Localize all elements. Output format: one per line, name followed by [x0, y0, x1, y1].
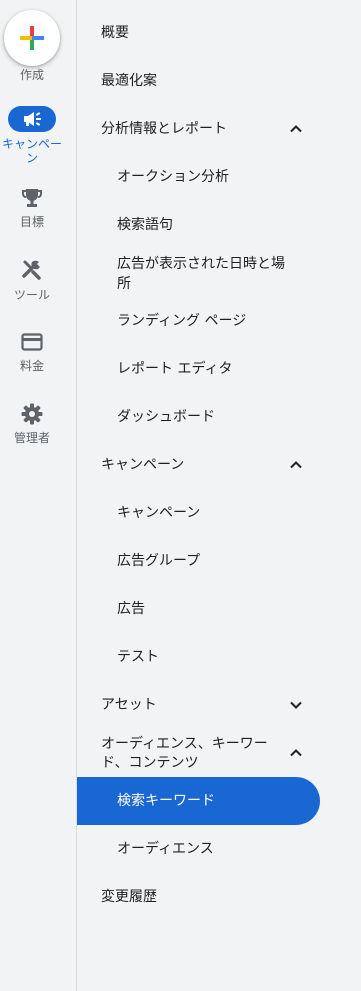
megaphone-icon: [24, 112, 41, 126]
billing-label: 料金: [19, 359, 44, 373]
trophy-icon[interactable]: [20, 186, 44, 210]
tools-label: ツール: [13, 288, 50, 302]
chevron-up-icon: [290, 125, 302, 133]
menu-item-label: 概要: [101, 25, 129, 41]
side-menu: 概要 最適化案 分析情報とレポート オークション分析 検索語句 広告が表示された…: [77, 0, 361, 991]
menu-item-label: ダッシュボード: [117, 409, 215, 425]
menu-item-label: 検索語句: [117, 217, 173, 233]
chevron-up-icon: [290, 461, 302, 469]
menu-item-label: レポート エディタ: [117, 361, 233, 377]
menu-section-label: 分析情報とレポート: [101, 121, 227, 137]
menu-item-label: 広告グループ: [117, 553, 201, 569]
tools-icon[interactable]: [20, 258, 44, 282]
menu-item-label: オークション分析: [117, 169, 229, 185]
chevron-up-icon: [290, 749, 302, 757]
gear-icon[interactable]: [20, 402, 44, 426]
chevron-down-icon: [290, 701, 302, 709]
goals-label: 目標: [19, 215, 44, 229]
create-label: 作成: [19, 68, 44, 82]
menu-item-label: 検索キーワード: [117, 793, 215, 809]
menu-item-label: 変更履歴: [101, 889, 157, 905]
credit-card-icon[interactable]: [20, 330, 44, 354]
menu-item-label: オーディエンス: [117, 841, 214, 857]
menu-item-label-line2: 所: [117, 276, 131, 292]
menu-section-label: アセット: [101, 697, 157, 713]
campaigns-rail-label-line2: ン: [25, 151, 38, 165]
menu-section-label-line2: ド、コンテンツ: [101, 755, 199, 771]
create-button[interactable]: [4, 10, 60, 66]
menu-item-label-line1: 広告が表示された日時と場: [117, 256, 285, 272]
left-rail: 作成 キャンペー ン 目標 ツール 料金 管理者: [0, 0, 77, 991]
plus-icon: [20, 26, 44, 50]
menu-section-label-line1: オーディエンス、キーワー: [101, 736, 268, 752]
menu-item-label: 最適化案: [101, 73, 157, 89]
menu-item-label: キャンペーン: [117, 505, 201, 521]
menu-item-label: 広告: [117, 601, 145, 617]
menu-section-label: キャンペーン: [101, 457, 185, 473]
menu-item-label: ランディング ページ: [117, 313, 247, 329]
campaigns-rail-button[interactable]: [8, 106, 56, 132]
menu-item-label: テスト: [117, 649, 159, 665]
navigation-panel: 作成 キャンペー ン 目標 ツール 料金 管理者 概要 最適化案 分析情報とレポ…: [0, 0, 361, 991]
admin-label: 管理者: [13, 431, 50, 445]
campaigns-rail-label-line1: キャンペー: [1, 137, 62, 151]
